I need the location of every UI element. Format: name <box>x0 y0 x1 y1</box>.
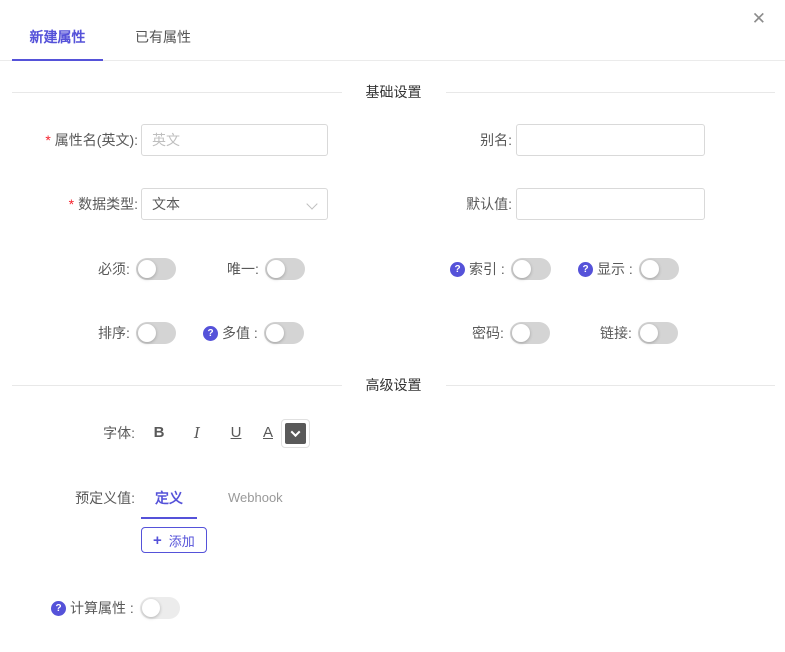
default-value-input[interactable] <box>516 188 705 220</box>
color-swatch <box>285 423 306 444</box>
unique-toggle-label: 唯一: <box>227 259 259 279</box>
help-icon[interactable]: ? <box>51 601 66 616</box>
divider-line <box>446 92 776 93</box>
attr-name-label: *属性名(英文): <box>0 124 138 156</box>
italic-button[interactable]: I <box>190 418 204 448</box>
font-label: 字体: <box>0 418 135 448</box>
alias-label: 别名: <box>412 124 512 156</box>
dialog-tabbar: 新建属性 已有属性 <box>0 0 785 61</box>
add-button-label: 添加 <box>169 531 195 550</box>
required-toggle-label: 必须: <box>98 259 130 279</box>
password-toggle-group: 密码: <box>472 322 550 344</box>
index-toggle-label: 索引 : <box>469 259 505 279</box>
link-toggle-group: 链接: <box>600 322 678 344</box>
sort-toggle[interactable] <box>136 322 176 344</box>
chevron-down-icon <box>291 427 301 437</box>
subtab-webhook[interactable]: Webhook <box>228 488 283 505</box>
data-type-selected-value: 文本 <box>152 196 180 212</box>
predefined-subtabs: 定义 Webhook <box>141 488 283 519</box>
font-color-button[interactable]: A <box>260 418 276 448</box>
advanced-settings-divider: 高级设置 <box>12 377 775 393</box>
divider-line <box>12 92 342 93</box>
multi-value-toggle-group: ? 多值 : <box>203 322 304 344</box>
divider-line <box>446 385 776 386</box>
index-toggle-group: ? 索引 : <box>450 258 551 280</box>
advanced-settings-title: 高级设置 <box>342 375 446 395</box>
help-icon[interactable]: ? <box>203 326 218 341</box>
bold-button[interactable]: B <box>150 418 168 448</box>
new-attribute-dialog: ✕ 新建属性 已有属性 基础设置 *属性名(英文): 别名: *数据类型: 文本… <box>0 0 785 652</box>
plus-icon: + <box>153 533 162 548</box>
help-icon[interactable]: ? <box>578 262 593 277</box>
font-color-dropdown[interactable] <box>281 419 310 448</box>
computed-attribute-label: 计算属性 : <box>70 598 134 618</box>
tab-existing-attribute[interactable]: 已有属性 <box>135 27 191 60</box>
default-value-label: 默认值: <box>412 188 512 220</box>
display-toggle[interactable] <box>639 258 679 280</box>
password-toggle-label: 密码: <box>472 323 504 343</box>
link-toggle[interactable] <box>638 322 678 344</box>
computed-attribute-group: ? 计算属性 : <box>51 597 180 619</box>
multi-value-toggle-label: 多值 : <box>222 323 258 343</box>
tab-new-attribute[interactable]: 新建属性 <box>12 27 103 61</box>
multi-value-toggle[interactable] <box>264 322 304 344</box>
divider-line <box>12 385 342 386</box>
underline-button[interactable]: U <box>228 418 244 448</box>
display-toggle-group: ? 显示 : <box>578 258 679 280</box>
data-type-select[interactable]: 文本 <box>141 188 328 220</box>
display-toggle-label: 显示 : <box>597 259 633 279</box>
sort-toggle-group: 排序: <box>98 322 176 344</box>
required-mark: * <box>45 132 50 148</box>
link-toggle-label: 链接: <box>600 323 632 343</box>
alias-input[interactable] <box>516 124 705 156</box>
required-toggle[interactable] <box>136 258 176 280</box>
chevron-down-icon <box>306 198 317 209</box>
help-icon[interactable]: ? <box>450 262 465 277</box>
basic-settings-title: 基础设置 <box>342 82 446 102</box>
basic-settings-divider: 基础设置 <box>12 84 775 100</box>
predefined-value-label: 预定义值: <box>0 488 135 508</box>
computed-attribute-toggle[interactable] <box>140 597 180 619</box>
index-toggle[interactable] <box>511 258 551 280</box>
required-toggle-group: 必须: <box>98 258 176 280</box>
data-type-label: *数据类型: <box>0 188 138 220</box>
unique-toggle-group: 唯一: <box>227 258 305 280</box>
attr-name-input[interactable] <box>141 124 328 156</box>
add-button[interactable]: + 添加 <box>141 527 207 553</box>
sort-toggle-label: 排序: <box>98 323 130 343</box>
subtab-define[interactable]: 定义 <box>141 488 197 519</box>
required-mark: * <box>69 196 74 212</box>
password-toggle[interactable] <box>510 322 550 344</box>
unique-toggle[interactable] <box>265 258 305 280</box>
